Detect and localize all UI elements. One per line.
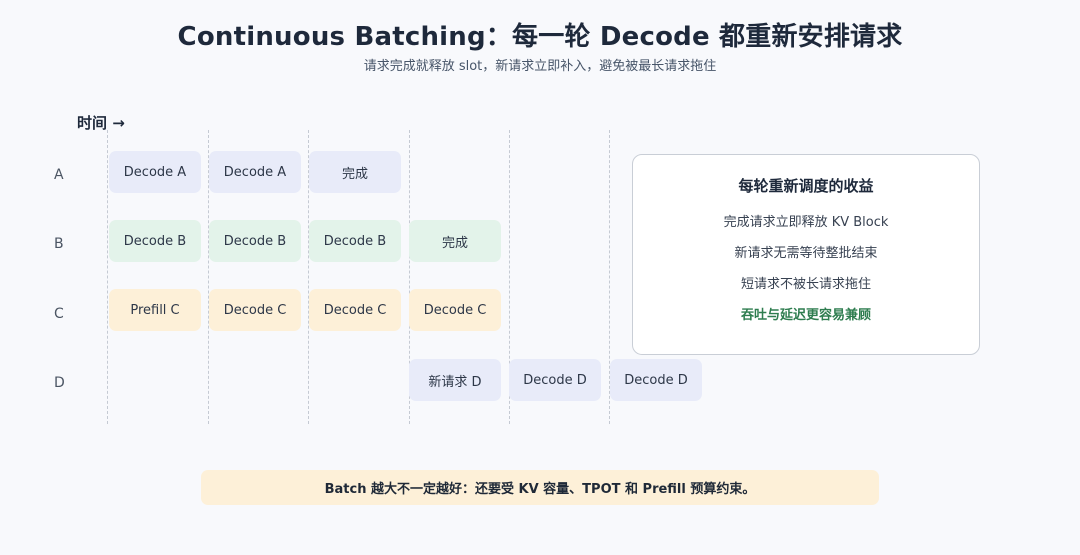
request-b-step-4: 完成: [409, 220, 501, 262]
request-c-step-4: Decode C: [409, 289, 501, 331]
request-c-step-3: Decode C: [309, 289, 401, 331]
benefit-item: 新请求无需等待整批结束: [734, 246, 878, 261]
row-label-a: A: [54, 167, 64, 183]
request-b-step-3: Decode B: [309, 220, 401, 262]
benefits-panel: 每轮重新调度的收益 完成请求立即释放 KV Block 新请求无需等待整批结束 …: [632, 154, 980, 355]
request-c-step-1: Prefill C: [109, 289, 201, 331]
request-b-step-1: Decode B: [109, 220, 201, 262]
page-subtitle: 请求完成就释放 slot，新请求立即补入，避免被最长请求拖住: [363, 59, 717, 74]
request-d-step-3: Decode D: [610, 359, 702, 401]
request-c-step-2: Decode C: [209, 289, 301, 331]
benefit-item: 完成请求立即释放 KV Block: [723, 215, 889, 230]
request-b-step-2: Decode B: [209, 220, 301, 262]
request-a-step-2: Decode A: [209, 151, 301, 193]
row-label-b: B: [54, 236, 64, 252]
row-label-c: C: [54, 306, 64, 322]
time-step-divider: [107, 130, 108, 424]
benefit-highlight: 吞吐与延迟更容易兼顾: [740, 308, 871, 323]
request-d-step-1: 新请求 D: [409, 359, 501, 401]
request-a-step-1: Decode A: [109, 151, 201, 193]
row-label-d: D: [54, 375, 65, 391]
footer-note: Batch 越大不一定越好：还要受 KV 容量、TPOT 和 Prefill 预…: [201, 470, 879, 505]
time-axis-label: 时间 →: [77, 114, 125, 132]
request-a-step-3: 完成: [309, 151, 401, 193]
benefit-item: 短请求不被长请求拖住: [740, 277, 871, 292]
page-title: Continuous Batching：每一轮 Decode 都重新安排请求: [177, 22, 903, 52]
benefits-title: 每轮重新调度的收益: [738, 177, 874, 195]
request-d-step-2: Decode D: [509, 359, 601, 401]
